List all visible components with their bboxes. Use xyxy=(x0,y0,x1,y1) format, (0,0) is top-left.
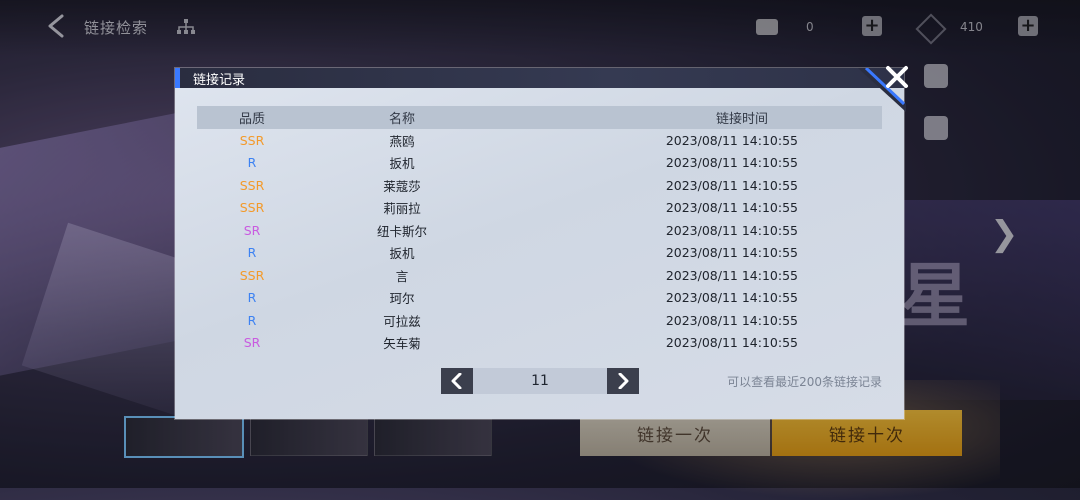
row-quality: R xyxy=(247,312,257,328)
table-row: SR 纽卡斯尔 2023/08/11 14:10:55 xyxy=(197,219,882,242)
prev-page-button[interactable] xyxy=(441,368,473,394)
pagination: 11 xyxy=(441,368,639,394)
table-header: 品质 名称 链接时间 xyxy=(197,106,882,129)
row-name: 扳机 xyxy=(389,246,415,262)
row-name: 莱蔻莎 xyxy=(383,178,421,194)
row-name: 莉丽拉 xyxy=(383,201,421,217)
header-accent-bar xyxy=(175,68,180,88)
row-name: 纽卡斯尔 xyxy=(376,223,427,239)
chevron-right-icon xyxy=(618,373,629,389)
row-quality: SSR xyxy=(239,267,265,283)
row-time: 2023/08/11 14:10:55 xyxy=(665,155,798,171)
dialog-title: 链接记录 xyxy=(193,73,246,88)
table-row: R 珂尔 2023/08/11 14:10:55 xyxy=(197,287,882,310)
dialog-header: 链接记录 xyxy=(175,68,904,88)
column-quality: 品质 xyxy=(238,112,265,127)
row-time: 2023/08/11 14:10:55 xyxy=(665,222,798,238)
row-name: 言 xyxy=(395,268,409,284)
column-time: 链接时间 xyxy=(715,112,768,127)
table-row: SSR 莉丽拉 2023/08/11 14:10:55 xyxy=(197,197,882,220)
page-number[interactable]: 11 xyxy=(473,368,607,394)
row-name: 可拉兹 xyxy=(383,313,421,329)
close-icon[interactable] xyxy=(884,64,910,90)
row-name: 扳机 xyxy=(389,156,415,172)
row-quality: R xyxy=(247,155,257,171)
table-row: SSR 燕鸥 2023/08/11 14:10:55 xyxy=(197,129,882,152)
row-time: 2023/08/11 14:10:55 xyxy=(665,312,798,328)
table-row: SSR 莱蔻莎 2023/08/11 14:10:55 xyxy=(197,174,882,197)
record-table: 品质 名称 链接时间 SSR 燕鸥 2023/08/11 14:10:55 R … xyxy=(197,106,882,354)
row-quality: SSR xyxy=(239,132,265,148)
table-row: SR 矢车菊 2023/08/11 14:10:55 xyxy=(197,332,882,355)
table-row: R 扳机 2023/08/11 14:10:55 xyxy=(197,152,882,175)
row-time: 2023/08/11 14:10:55 xyxy=(665,290,798,306)
table-body: SSR 燕鸥 2023/08/11 14:10:55 R 扳机 2023/08/… xyxy=(197,129,882,354)
row-name: 矢车菊 xyxy=(383,336,421,352)
link-record-dialog: 链接记录 品质 名称 链接时间 SSR 燕鸥 2023/08/11 14:10:… xyxy=(175,68,906,419)
table-row: SSR 言 2023/08/11 14:10:55 xyxy=(197,264,882,287)
row-time: 2023/08/11 14:10:55 xyxy=(665,132,798,148)
row-quality: R xyxy=(247,245,257,261)
row-quality: SSR xyxy=(239,177,265,193)
row-time: 2023/08/11 14:10:55 xyxy=(665,335,798,351)
row-time: 2023/08/11 14:10:55 xyxy=(665,245,798,261)
record-limit-hint: 可以查看最近200条链接记录 xyxy=(727,375,882,389)
row-name: 珂尔 xyxy=(389,291,415,307)
row-time: 2023/08/11 14:10:55 xyxy=(665,177,798,193)
row-quality: R xyxy=(247,290,257,306)
next-page-button[interactable] xyxy=(607,368,639,394)
row-quality: SSR xyxy=(239,200,265,216)
row-quality: SR xyxy=(243,335,261,351)
row-quality: SR xyxy=(243,222,261,238)
column-name: 名称 xyxy=(388,112,415,127)
row-time: 2023/08/11 14:10:55 xyxy=(665,200,798,216)
row-name: 燕鸥 xyxy=(389,133,415,149)
table-row: R 扳机 2023/08/11 14:10:55 xyxy=(197,242,882,265)
chevron-left-icon xyxy=(451,373,462,389)
row-time: 2023/08/11 14:10:55 xyxy=(665,267,798,283)
table-row: R 可拉兹 2023/08/11 14:10:55 xyxy=(197,309,882,332)
